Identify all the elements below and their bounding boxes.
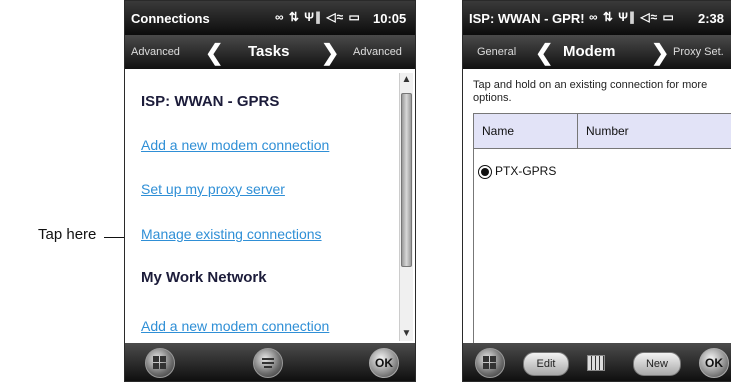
clock: 2:38 <box>698 11 725 26</box>
scroll-down-icon[interactable]: ▼ <box>400 327 413 341</box>
column-header-number[interactable]: Number <box>586 124 629 138</box>
ok-button[interactable]: OK <box>699 348 729 378</box>
clock: 10:05 <box>373 11 407 26</box>
keyboard-icon <box>261 356 275 370</box>
tab-proxy-settings[interactable]: Proxy Set. <box>673 46 724 58</box>
keyboard-icon[interactable] <box>587 355 605 371</box>
manage-existing-connections-link[interactable]: Manage existing connections <box>141 226 322 242</box>
table-header: Name Number <box>474 114 731 149</box>
tab-nav-bar: General ❮ Modem ❯ Proxy Set. <box>463 35 731 69</box>
connection-name: PTX-GPRS <box>495 164 557 178</box>
connections-table: Name Number PTX-GPRS <box>473 113 731 345</box>
chevron-left-icon[interactable]: ❮ <box>205 40 223 66</box>
section-heading-isp: ISP: WWAN - GPRS <box>141 93 280 110</box>
ok-button[interactable]: OK <box>369 348 399 378</box>
tab-modem: Modem <box>563 43 616 60</box>
tasks-list: ISP: WWAN - GPRS Add a new modem connect… <box>125 69 415 343</box>
scroll-thumb[interactable] <box>401 93 412 267</box>
edit-button[interactable]: Edit <box>523 352 569 376</box>
start-button[interactable] <box>475 348 505 378</box>
keyboard-button[interactable] <box>253 348 283 378</box>
tab-tasks: Tasks <box>248 43 290 60</box>
table-row[interactable]: PTX-GPRS <box>478 164 556 179</box>
tap-here-callout: Tap here <box>38 226 97 243</box>
instruction-text: Tap and hold on an existing connection f… <box>473 79 708 104</box>
windows-logo-icon <box>153 356 167 370</box>
column-divider <box>577 114 578 148</box>
softkey-bar: Edit New OK <box>463 343 731 381</box>
status-indicators-icon: ∞ ⇅ Ψ∥ ◁≈ ▭ <box>275 10 361 24</box>
new-button[interactable]: New <box>633 352 681 376</box>
status-indicators-icon: ∞ ⇅ Ψ∥ ◁≈ ▭ <box>589 10 675 24</box>
chevron-right-icon[interactable]: ❯ <box>651 40 669 66</box>
status-bar: Connections ∞ ⇅ Ψ∥ ◁≈ ▭ 10:05 <box>125 1 415 35</box>
tab-advanced-right[interactable]: Advanced <box>353 46 402 58</box>
connections-tasks-screen: Connections ∞ ⇅ Ψ∥ ◁≈ ▭ 10:05 Advanced ❮… <box>124 0 416 382</box>
status-bar: ISP: WWAN - GPR! ∞ ⇅ Ψ∥ ◁≈ ▭ 2:38 <box>463 1 731 35</box>
vertical-scrollbar[interactable]: ▲ ▼ <box>399 73 413 341</box>
softkey-bar: OK <box>125 343 415 381</box>
chevron-left-icon[interactable]: ❮ <box>535 40 553 66</box>
modem-connections-screen: ISP: WWAN - GPR! ∞ ⇅ Ψ∥ ◁≈ ▭ 2:38 Genera… <box>462 0 731 382</box>
add-modem-connection-link[interactable]: Add a new modem connection <box>141 137 329 153</box>
section-heading-work: My Work Network <box>141 269 267 286</box>
windows-logo-icon <box>483 356 497 370</box>
selected-radio-icon[interactable] <box>478 164 492 179</box>
status-title: ISP: WWAN - GPR! <box>469 11 585 26</box>
column-header-name[interactable]: Name <box>482 124 514 138</box>
tab-nav-bar: Advanced ❮ Tasks ❯ Advanced <box>125 35 415 69</box>
tab-advanced-left[interactable]: Advanced <box>131 46 180 58</box>
add-modem-connection-link-work[interactable]: Add a new modem connection <box>141 318 329 334</box>
tab-general[interactable]: General <box>477 46 516 58</box>
status-title: Connections <box>131 11 210 26</box>
set-up-proxy-link[interactable]: Set up my proxy server <box>141 181 285 197</box>
chevron-right-icon[interactable]: ❯ <box>321 40 339 66</box>
start-button[interactable] <box>145 348 175 378</box>
scroll-up-icon[interactable]: ▲ <box>400 73 413 87</box>
